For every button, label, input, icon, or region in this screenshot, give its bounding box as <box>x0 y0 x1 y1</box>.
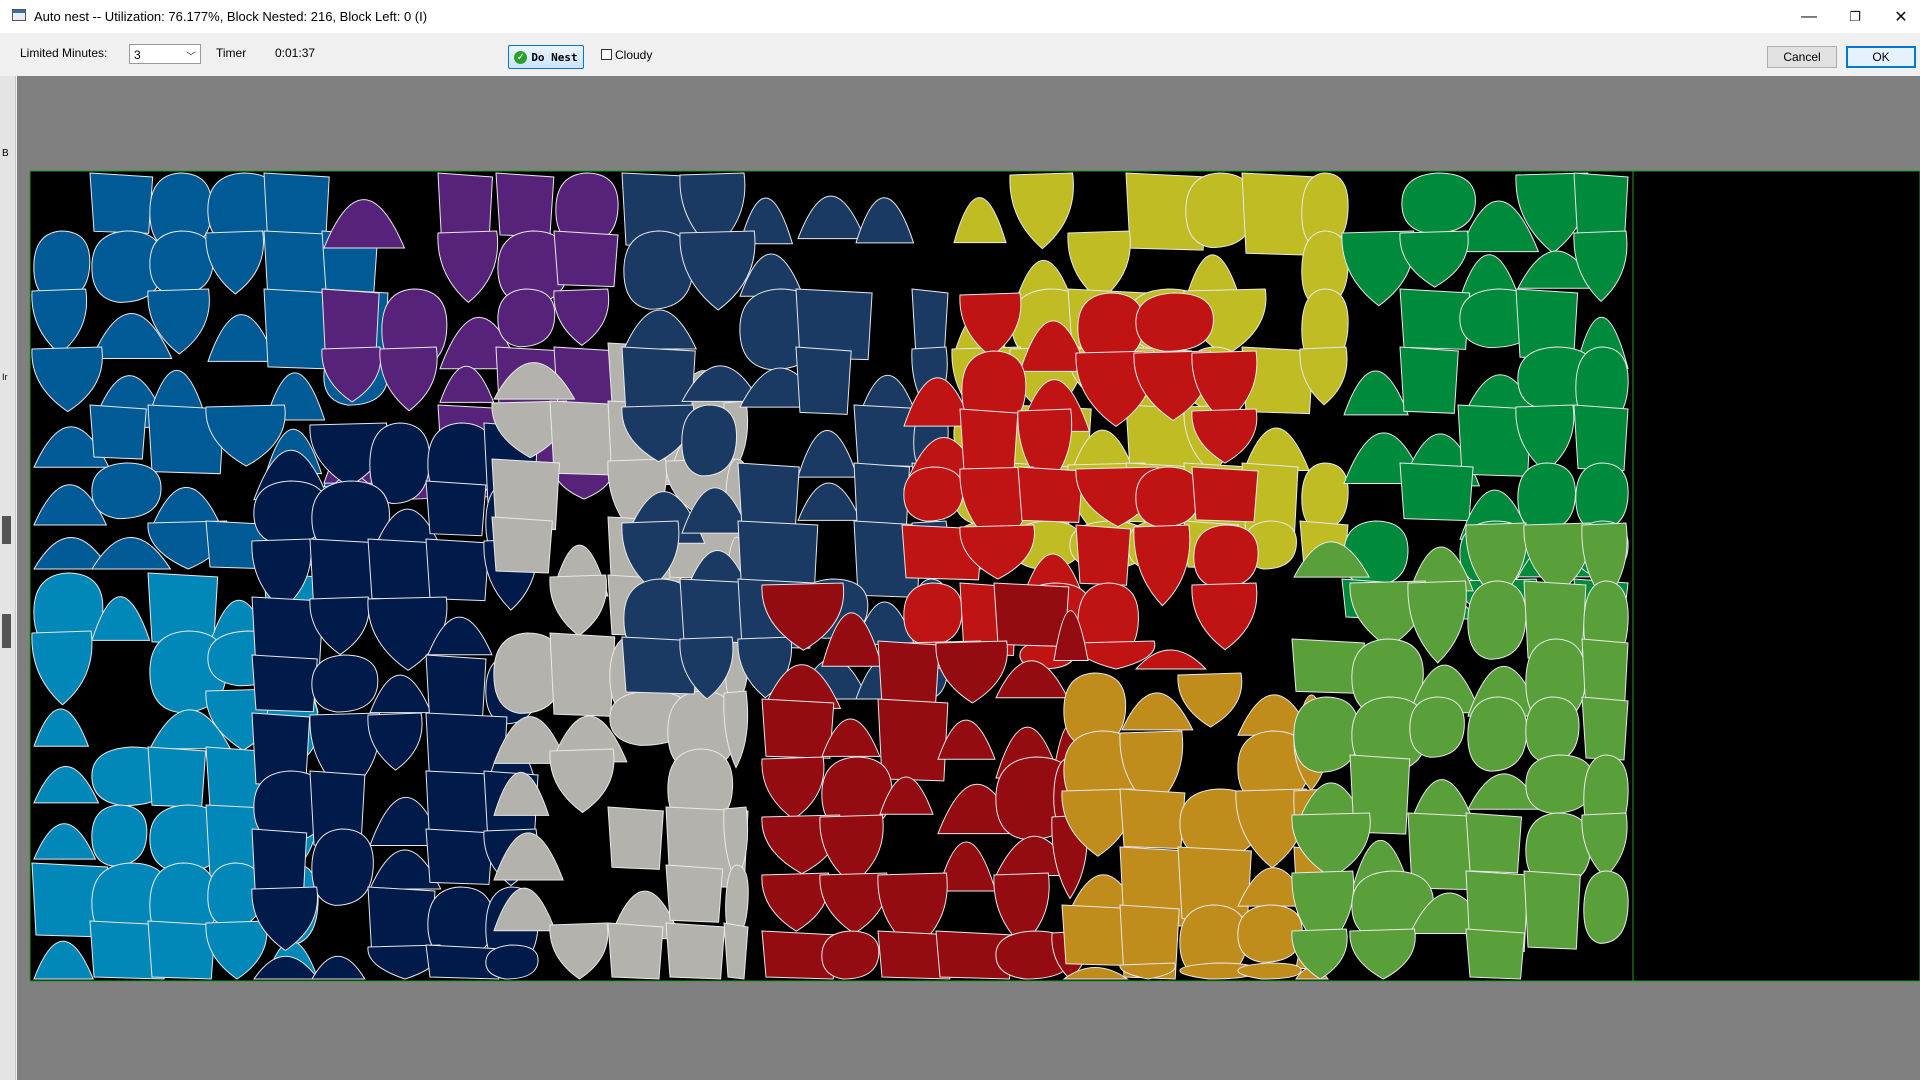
restore-button[interactable]: ❐ <box>1832 0 1878 33</box>
close-button[interactable]: ✕ <box>1878 0 1920 33</box>
nest-piece <box>1193 524 1259 589</box>
limited-minutes-value: 3 <box>134 48 141 62</box>
nest-piece <box>959 408 1019 474</box>
nest-piece <box>553 230 619 288</box>
do-nest-label: Do Nest <box>531 50 578 64</box>
left-strip-marker <box>2 516 11 544</box>
nest-piece <box>665 864 724 923</box>
nest-piece <box>607 922 664 980</box>
nest-piece <box>1119 788 1186 850</box>
nest-piece <box>549 632 616 717</box>
left-strip-label-ir: Ir <box>2 372 8 382</box>
chevron-down-icon: ﹀ <box>186 52 196 63</box>
window-title: Auto nest -- Utilization: 76.177%, Block… <box>34 9 428 24</box>
nest-piece <box>795 346 852 415</box>
nest-piece <box>311 828 374 906</box>
nest-piece <box>425 828 494 885</box>
nest-piece <box>607 806 664 870</box>
nest-piece <box>1301 462 1349 531</box>
nest-piece <box>91 462 162 520</box>
nest-piece <box>1409 696 1465 758</box>
checkmark-icon: ✓ <box>514 50 528 64</box>
nest-piece <box>723 922 749 980</box>
nest-piece <box>1517 462 1576 532</box>
timer-value: 0:01:37 <box>275 46 316 60</box>
nest-piece <box>1465 928 1526 980</box>
nest-piece <box>821 930 880 980</box>
nest-piece <box>1191 466 1259 523</box>
nest-piece <box>877 640 940 708</box>
nest-piece <box>1293 696 1360 773</box>
title-bar: Auto nest -- Utilization: 76.177%, Block… <box>0 0 1920 33</box>
nest-piece <box>147 920 216 980</box>
nest-piece <box>1135 292 1214 352</box>
nest-piece <box>1525 696 1580 763</box>
limited-minutes-select[interactable]: 3 ﹀ <box>129 44 201 64</box>
nest-piece <box>491 516 553 574</box>
nest-piece <box>89 172 154 234</box>
nest-piece <box>1523 870 1581 950</box>
left-side-panel: B Ir <box>0 76 16 1080</box>
minimize-button[interactable]: — <box>1786 0 1832 33</box>
ok-button[interactable]: OK <box>1846 46 1916 68</box>
nest-piece <box>1135 466 1201 528</box>
nest-piece <box>1573 404 1629 471</box>
nest-piece <box>91 804 148 867</box>
nest-piece <box>761 698 835 759</box>
nest-piece <box>903 466 964 522</box>
nest-piece <box>311 654 379 713</box>
nest-piece <box>1583 870 1629 944</box>
left-strip-marker <box>2 614 11 648</box>
cloudy-label: Cloudy <box>615 48 653 62</box>
nest-piece <box>1525 754 1594 814</box>
nest-piece <box>1467 696 1528 772</box>
nest-piece <box>251 654 318 713</box>
cancel-button[interactable]: Cancel <box>1767 46 1837 68</box>
nest-piece <box>1399 346 1459 414</box>
timer-label: Timer <box>216 46 247 60</box>
nest-piece <box>1467 580 1527 660</box>
nest-piece <box>425 480 487 537</box>
nest-canvas[interactable] <box>17 76 1920 1080</box>
app-window-icon <box>12 9 26 21</box>
nest-piece <box>1575 462 1629 531</box>
nest-piece <box>1017 466 1084 523</box>
nest-piece <box>89 404 147 460</box>
nest-piece <box>665 922 726 980</box>
nest-piece <box>993 582 1070 647</box>
nest-piece <box>877 698 949 782</box>
nest-piece <box>425 538 490 602</box>
nest-piece <box>1399 462 1474 522</box>
nest-piece <box>1465 812 1523 874</box>
nest-piece <box>1399 288 1471 350</box>
left-strip-label-b: B <box>2 148 9 159</box>
nest-piece <box>681 404 737 477</box>
nest-piece <box>149 230 214 296</box>
nest-piece <box>1581 696 1629 761</box>
nest-piece <box>737 462 800 530</box>
limited-minutes-label: Limited Minutes: <box>20 46 108 60</box>
nest-piece <box>903 582 963 646</box>
nest-piece <box>1401 172 1476 235</box>
cloudy-checkbox[interactable] <box>601 49 612 60</box>
nest-piece <box>1075 524 1132 586</box>
nest-piece <box>495 172 555 238</box>
nest-piece <box>485 944 539 980</box>
nest-piece <box>1237 962 1302 980</box>
nest-layout-svg <box>29 170 1920 982</box>
nest-piece <box>497 288 556 348</box>
nest-piece <box>147 746 207 808</box>
do-nest-button[interactable]: ✓ Do Nest <box>508 45 584 69</box>
